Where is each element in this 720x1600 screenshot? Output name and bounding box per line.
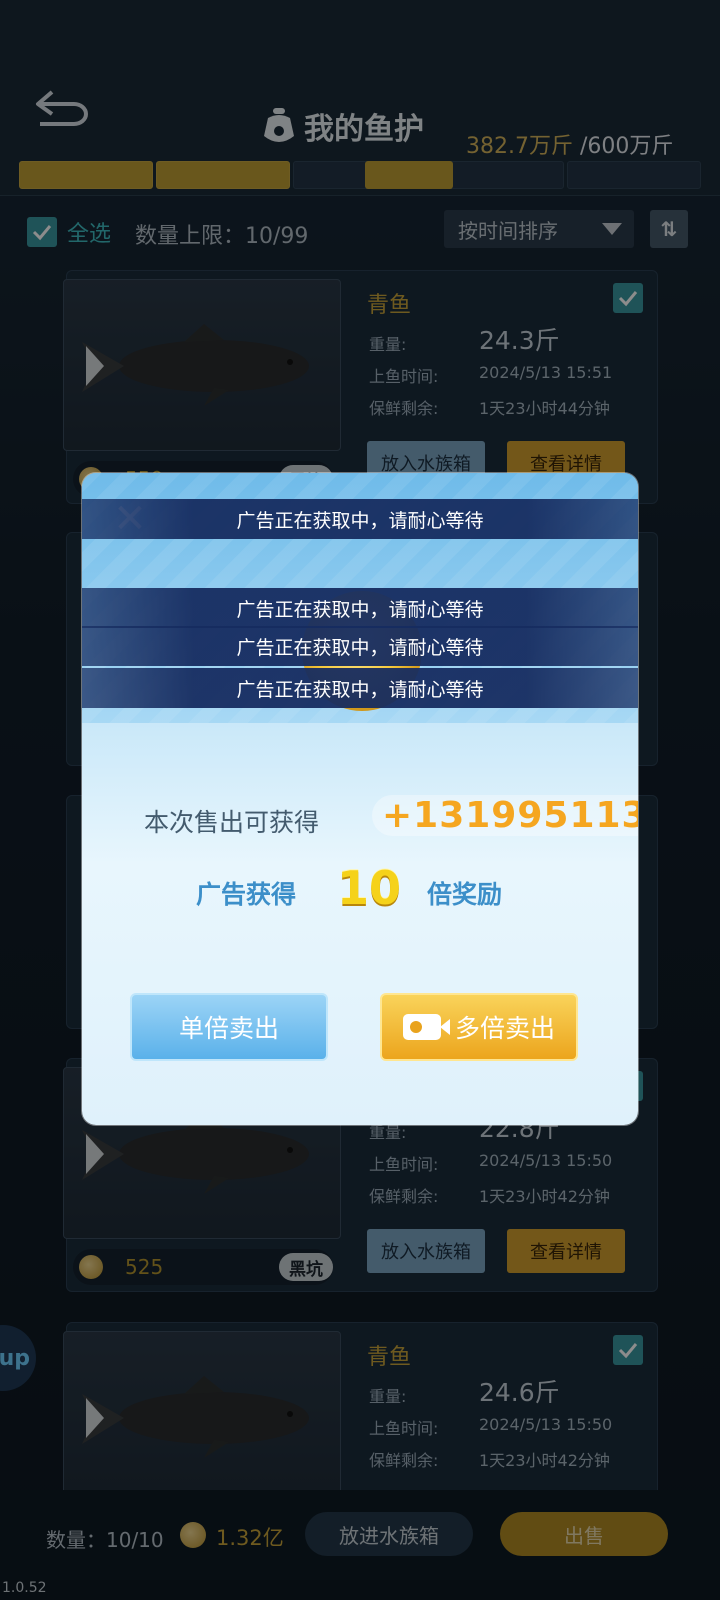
ad-reward-row: 广告获得 10 倍奖励 [82, 861, 638, 921]
multi-sell-button[interactable]: 多倍卖出 [380, 993, 578, 1061]
ad-loading-toast: 广告正在获取中，请耐心等待 [82, 626, 638, 666]
multi-sell-label: 多倍卖出 [454, 1014, 555, 1043]
ad-loading-toast: 广告正在获取中，请耐心等待 [82, 668, 638, 708]
sell-dialog: ✕ 广告正在获取中，请耐心等待 广告正在获取中，请耐心等待 广告正在获取中，请耐… [82, 473, 638, 1125]
single-sell-label: 单倍卖出 [178, 1014, 279, 1043]
ad-loading-toast: 广告正在获取中，请耐心等待 [82, 588, 638, 628]
ad-reward-label: 广告获得 [196, 880, 297, 909]
ad-loading-toast: 广告正在获取中，请耐心等待 [82, 499, 638, 539]
earn-label: 本次售出可获得 [144, 808, 320, 837]
video-icon [402, 1014, 450, 1040]
ad-multiplier: 10 [337, 861, 402, 915]
earn-value: +131995113 [372, 795, 638, 836]
ad-reward-suffix: 倍奖励 [427, 880, 503, 909]
single-sell-button[interactable]: 单倍卖出 [130, 993, 328, 1061]
